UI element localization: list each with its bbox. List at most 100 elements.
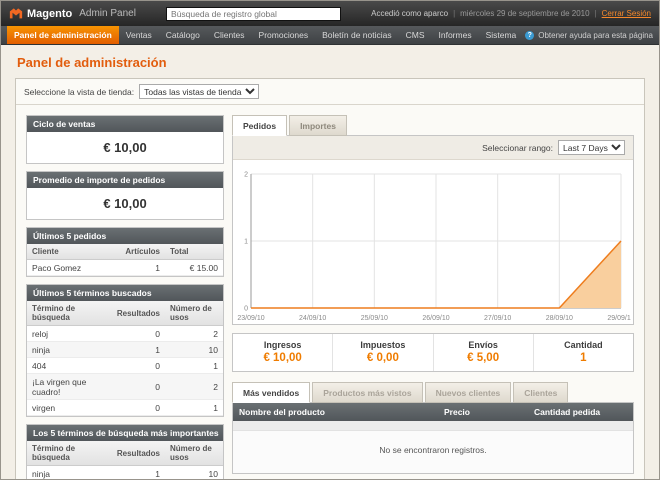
total-cell: Cantidad 1 [533, 334, 633, 371]
svg-text:26/09/10: 26/09/10 [422, 315, 449, 322]
orders-chart: 01223/09/1024/09/1025/09/1026/09/1027/09… [235, 166, 631, 324]
dashboard-tab[interactable]: Importes [289, 115, 347, 136]
total-label: Impuestos [333, 340, 432, 350]
total-label: Cantidad [534, 340, 633, 350]
total-cell: Envíos € 5,00 [433, 334, 533, 371]
top-bar: Magento Admin Panel Accedió como aparco … [1, 1, 659, 26]
table-cell: ninja [27, 342, 112, 358]
store-view-select[interactable]: Todas las vistas de tienda [139, 84, 259, 99]
range-bar: Seleccionar rango: Last 7 Days [233, 136, 633, 160]
grid-tab[interactable]: Más vendidos [232, 382, 310, 403]
last-search-widget: Últimos 5 términos buscados Término de b… [26, 284, 224, 417]
svg-text:23/09/10: 23/09/10 [237, 315, 264, 322]
last-search-title: Últimos 5 términos buscados [27, 285, 223, 301]
page-content: Panel de administración Seleccione la vi… [1, 45, 659, 479]
magento-admin-window: Magento Admin Panel Accedió como aparco … [0, 0, 660, 480]
total-label: Envíos [434, 340, 533, 350]
grid-tab[interactable]: Clientes [513, 382, 568, 403]
table-row: 40401 [27, 358, 223, 374]
average-order-widget: Promedio de importe de pedidos € 10,00 [26, 171, 224, 220]
column-header: Número de usos [165, 441, 223, 466]
table-row: virgen01 [27, 400, 223, 416]
brand-text: Magento [27, 8, 72, 20]
top-search-widget: Los 5 términos de búsqueda más important… [26, 424, 224, 479]
table-cell: 0 [112, 400, 165, 416]
table-row: ¡La virgen que cuadro!02 [27, 374, 223, 400]
top-search-title: Los 5 términos de búsqueda más important… [27, 425, 223, 441]
grid-tab[interactable]: Nuevos clientes [425, 382, 512, 403]
dashboard-left-column: Ciclo de ventas € 10,00 Promedio de impo… [26, 115, 224, 479]
separator: | [453, 9, 455, 18]
table-cell: 2 [165, 326, 223, 342]
svg-text:27/09/10: 27/09/10 [484, 315, 511, 322]
column-header: Término de búsqueda [27, 301, 112, 326]
nav-item[interactable]: CMS [399, 26, 432, 44]
magento-logo-icon [9, 7, 23, 21]
column-header: Resultados [112, 441, 165, 466]
lifetime-sales-title: Ciclo de ventas [27, 116, 223, 132]
table-cell: € 15.00 [165, 260, 223, 276]
magento-logo: Magento Admin Panel [9, 7, 136, 21]
store-view-bar: Seleccione la vista de tienda: Todas las… [16, 79, 644, 105]
table-cell: 10 [165, 342, 223, 358]
nav-item[interactable]: Promociones [252, 26, 316, 44]
content-panel: Seleccione la vista de tienda: Todas las… [15, 78, 645, 479]
orders-chart-box: Seleccionar rango: Last 7 Days 01223/09/… [232, 135, 634, 325]
svg-text:2: 2 [244, 172, 248, 179]
svg-text:28/09/10: 28/09/10 [546, 315, 573, 322]
svg-text:29/09/10: 29/09/10 [607, 315, 631, 322]
brand-suffix-text: Admin Panel [79, 8, 136, 19]
nav-item[interactable]: Sistema [479, 26, 524, 44]
totals-bar: Ingresos € 10,00 Impuestos € 0,00 Envíos [232, 333, 634, 372]
table-row: reloj02 [27, 326, 223, 342]
svg-text:24/09/10: 24/09/10 [299, 315, 326, 322]
table-row: ninja110 [27, 342, 223, 358]
nav-item[interactable]: Catálogo [159, 26, 207, 44]
total-cell: Impuestos € 0,00 [332, 334, 432, 371]
table-cell: 404 [27, 358, 112, 374]
column-header: Cantidad pedida [528, 403, 633, 421]
nav-item[interactable]: Clientes [207, 26, 252, 44]
chart-area: 01223/09/1024/09/1025/09/1026/09/1027/09… [233, 160, 633, 324]
column-header: Resultados [112, 301, 165, 326]
average-order-value: € 10,00 [27, 188, 223, 219]
nav-item[interactable]: Panel de administración [7, 26, 119, 44]
total-value: € 10,00 [233, 352, 332, 364]
table-cell: 0 [112, 374, 165, 400]
table-cell: ¡La virgen que cuadro! [27, 374, 112, 400]
table-cell: virgen [27, 400, 112, 416]
session-date: miércoles 29 de septiembre de 2010 [460, 9, 589, 18]
help-link[interactable]: ? Obtener ayuda para esta página [525, 26, 653, 44]
total-label: Ingresos [233, 340, 332, 350]
session-info: Accedió como aparco | miércoles 29 de se… [371, 9, 651, 18]
dashboard-tab[interactable]: Pedidos [232, 115, 287, 136]
help-label: Obtener ayuda para esta página [538, 31, 653, 40]
nav-item[interactable]: Boletín de noticias [315, 26, 398, 44]
grid-empty-message: No se encontraron registros. [233, 431, 633, 473]
lifetime-sales-widget: Ciclo de ventas € 10,00 [26, 115, 224, 164]
table-cell: 1 [112, 466, 165, 480]
dashboard-columns: Ciclo de ventas € 10,00 Promedio de impo… [16, 105, 644, 479]
table-cell: reloj [27, 326, 112, 342]
last-orders-table: ClienteArtículosTotalPaco Gomez1€ 15.00 [27, 244, 223, 276]
logout-link[interactable]: Cerrar Sesión [602, 9, 651, 18]
table-cell: Paco Gomez [27, 260, 120, 276]
last-orders-title: Últimos 5 pedidos [27, 228, 223, 244]
grid-tabs: Más vendidos Productos más vistos Nuevos… [232, 382, 634, 403]
table-cell: 1 [165, 358, 223, 374]
nav-bar: Panel de administración Ventas Catálogo … [1, 26, 659, 45]
range-select[interactable]: Last 7 Days [558, 140, 625, 155]
grid-tab[interactable]: Productos más vistos [312, 382, 422, 403]
store-view-label: Seleccione la vista de tienda: [24, 87, 134, 97]
last-search-table: Término de búsquedaResultadosNúmero de u… [27, 301, 223, 416]
global-search-input[interactable] [166, 7, 341, 21]
nav-item[interactable]: Informes [432, 26, 479, 44]
svg-text:0: 0 [244, 306, 248, 313]
global-search [136, 7, 371, 21]
total-value: € 0,00 [333, 352, 432, 364]
svg-text:25/09/10: 25/09/10 [361, 315, 388, 322]
main-nav: Panel de administración Ventas Catálogo … [7, 26, 523, 44]
products-grid-box: Nombre del productoPrecioCantidad pedida… [232, 402, 634, 474]
nav-item[interactable]: Ventas [119, 26, 159, 44]
table-cell: 10 [165, 466, 223, 480]
